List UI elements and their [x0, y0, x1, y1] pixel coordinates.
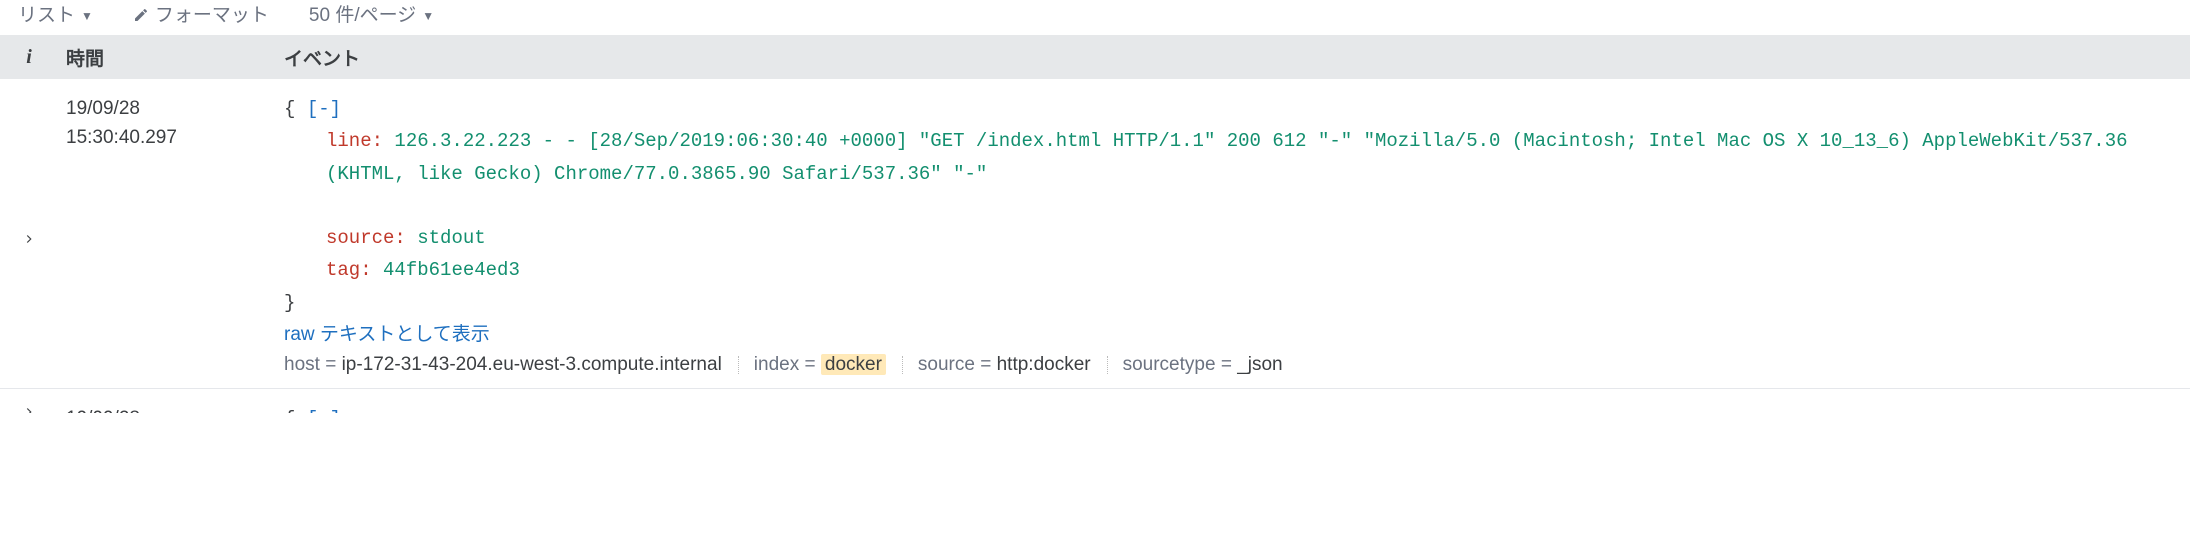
time-column-header[interactable]: 時間 [58, 44, 276, 71]
table-row: 19/09/28 15:30:40.297 { [-] line: 126.3.… [0, 79, 2190, 388]
info-icon: i [26, 46, 32, 69]
event-time: 15:30:40.297 [66, 124, 276, 153]
event-json: { [-] line: 126.3.22.223 - - [28/Sep/201… [284, 93, 2190, 319]
meta-host[interactable]: host = ip-172-31-43-204.eu-west-3.comput… [284, 354, 738, 376]
event-json: { [-] [284, 403, 2190, 413]
time-cell: 19/09/28 [58, 403, 276, 413]
meta-index[interactable]: index = docker [738, 354, 902, 376]
event-meta: host = ip-172-31-43-204.eu-west-3.comput… [284, 354, 2190, 376]
collapse-toggle[interactable]: [-] [307, 98, 341, 120]
expand-cell[interactable] [0, 403, 58, 413]
time-cell: 19/09/28 15:30:40.297 [58, 93, 276, 376]
json-open: { [-] [284, 93, 2190, 125]
caret-down-icon: ▼ [81, 9, 93, 23]
show-raw-link[interactable]: raw テキストとして表示 [284, 324, 490, 345]
json-field-tag: tag: 44fb61ee4ed3 [326, 254, 2190, 286]
list-view-label: リスト [18, 0, 75, 27]
caret-down-icon: ▼ [422, 9, 434, 23]
pencil-icon [133, 7, 149, 23]
event-cell: { [-] [276, 403, 2190, 413]
table-row: 19/09/28 { [-] [0, 389, 2190, 413]
meta-source[interactable]: source = http:docker [902, 354, 1107, 376]
event-cell: { [-] line: 126.3.22.223 - - [28/Sep/201… [276, 93, 2190, 376]
format-dropdown[interactable]: フォーマット [133, 0, 269, 27]
json-close: } [284, 287, 2190, 319]
info-column-header[interactable]: i [0, 46, 58, 69]
event-date: 19/09/28 [66, 405, 276, 413]
chevron-right-icon [22, 230, 36, 244]
format-label: フォーマット [155, 0, 269, 27]
collapse-toggle[interactable]: [-] [307, 408, 341, 413]
event-date: 19/09/28 [66, 95, 276, 124]
table-header: i 時間 イベント [0, 35, 2190, 79]
expand-cell[interactable] [0, 93, 58, 376]
per-page-dropdown[interactable]: 50 件/ページ ▼ [309, 0, 434, 27]
json-field-source: source: stdout [326, 222, 2190, 254]
list-view-dropdown[interactable]: リスト ▼ [18, 0, 93, 27]
per-page-label: 50 件/ページ [309, 0, 416, 27]
meta-sourcetype[interactable]: sourcetype = _json [1107, 354, 1299, 376]
json-field-line: line: 126.3.22.223 - - [28/Sep/2019:06:3… [326, 125, 2190, 190]
chevron-right-icon [22, 403, 36, 413]
toolbar: リスト ▼ フォーマット 50 件/ページ ▼ [0, 0, 2190, 35]
event-column-header[interactable]: イベント [276, 44, 2190, 71]
